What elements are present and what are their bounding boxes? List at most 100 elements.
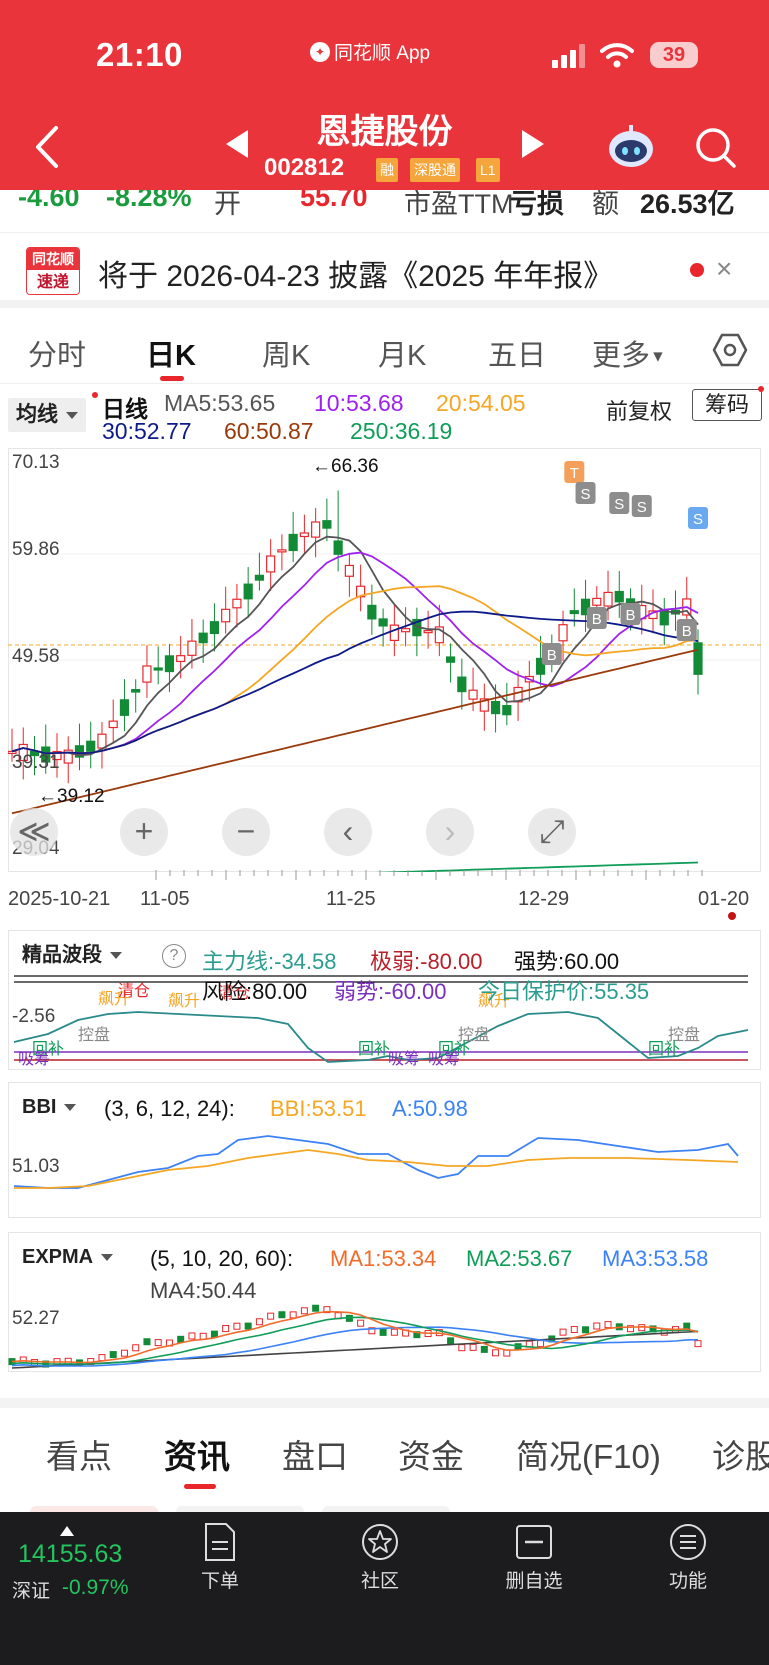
next-stock-button[interactable]: [522, 130, 544, 158]
expma-chart: [8, 1304, 702, 1369]
indicator-select[interactable]: 均线: [8, 398, 86, 432]
expma-candle: [278, 1311, 286, 1319]
nav-functions[interactable]: 功能: [648, 1522, 728, 1593]
wifi-icon: [600, 43, 634, 68]
candle-body: [198, 632, 208, 644]
amount-value: 26.53亿: [640, 190, 735, 219]
signal-icon: [552, 44, 585, 68]
ruoshi-value: 弱势:-60.00: [334, 979, 447, 1004]
ma20-value: 20:54.05: [436, 390, 526, 416]
index-value[interactable]: 14155.63: [18, 1540, 122, 1569]
bbi-params: (3, 6, 12, 24):: [104, 1096, 235, 1121]
candle-body: [164, 655, 175, 673]
kline-chart[interactable]: TSS SSBB BB ←66.36 ←39.12: [8, 448, 761, 872]
candle-body: [266, 555, 276, 573]
expma-select[interactable]: EXPMA: [14, 1240, 122, 1274]
candle-body: [389, 624, 399, 642]
adjust-mode-button[interactable]: 前复权: [606, 394, 672, 426]
fullscreen-button[interactable]: ⤢: [528, 808, 576, 856]
prev-stock-button[interactable]: [226, 130, 248, 158]
amount-label: 额: [592, 190, 619, 219]
bodong-select[interactable]: 精品波段: [14, 938, 130, 972]
dropdown-arrow-icon: [101, 1254, 114, 1262]
zoom-in-button[interactable]: +: [120, 808, 168, 856]
expma-candle: [300, 1307, 308, 1315]
active-tab-indicator: [184, 1484, 216, 1489]
grid: [8, 553, 761, 767]
expma-candle: [458, 1344, 466, 1352]
x-label-3: 11-25: [326, 888, 376, 910]
bbi-select[interactable]: BBI: [14, 1090, 85, 1124]
help-icon[interactable]: ?: [162, 944, 186, 968]
banner-close-button[interactable]: ×: [716, 253, 732, 285]
candle-body: [367, 604, 377, 620]
x-label-4: 12-29: [518, 888, 570, 910]
scroll-right-button[interactable]: ›: [426, 808, 474, 856]
tab-weekly-k[interactable]: 周K: [262, 332, 310, 374]
tab-profile[interactable]: 简况(F10): [516, 1430, 661, 1478]
zoom-out-button[interactable]: −: [222, 808, 270, 856]
signal-s-latest-label: S: [693, 511, 703, 528]
expma-candle: [503, 1349, 511, 1357]
settings-hexagon-icon[interactable]: [712, 332, 748, 368]
tab-five-day[interactable]: 五日: [488, 332, 546, 374]
tab-more-label: 更多: [592, 340, 651, 372]
status-time: 21:10: [96, 36, 183, 73]
expma-ma2: MA2:53.67: [466, 1246, 573, 1271]
nav-order[interactable]: 下单: [180, 1522, 260, 1593]
nav-remove-watchlist[interactable]: 删自选: [494, 1522, 574, 1593]
tab-more[interactable]: 更多▼: [592, 332, 666, 374]
bodong-annotation: 吸筹: [18, 1050, 50, 1068]
y-label-4: 39.31: [12, 752, 60, 773]
battery-icon: 39: [650, 42, 698, 68]
candle-body: [311, 521, 321, 538]
bbi-chart: [13, 1135, 739, 1189]
tab-intraday[interactable]: 分时: [28, 332, 86, 374]
bbi-value: BBI:53.51: [270, 1096, 367, 1121]
chip-distribution-button[interactable]: 筹码: [692, 389, 762, 421]
candle-body: [401, 628, 411, 633]
y-label-1: 70.13: [12, 452, 60, 473]
fengxian-value: 风险:80.00: [202, 979, 308, 1004]
expma-candle: [537, 1340, 545, 1348]
tab-monthly-k[interactable]: 月K: [378, 332, 426, 374]
tab-capital[interactable]: 资金: [398, 1430, 464, 1478]
signal-b-label: B: [626, 607, 636, 624]
ma5-value: MA5:53.65: [164, 390, 276, 416]
expand-index-icon[interactable]: [60, 1526, 74, 1536]
candle-body: [490, 700, 501, 715]
rewind-button[interactable]: ≪: [10, 808, 58, 856]
signal-t-label: T: [570, 465, 579, 482]
candle-body: [288, 533, 298, 552]
margin-tag: 融: [376, 158, 398, 182]
news-banner[interactable]: 同花顺 速递 将于 2026-04-23 披露《2025 年年报》 ×: [0, 232, 769, 308]
bodong-annotation: 清仓: [118, 982, 150, 1000]
price-change: -4.60: [18, 190, 80, 212]
high-price-marker: ←66.36: [312, 456, 379, 477]
candle-body: [97, 733, 107, 749]
x-label-start: 2025-10-21: [8, 888, 111, 910]
candle-body: [445, 656, 456, 663]
candle-body: [558, 624, 568, 642]
tab-news[interactable]: 资讯: [164, 1430, 230, 1478]
pe-label: 市盈TTM: [404, 190, 514, 219]
tab-highlights[interactable]: 看点: [46, 1430, 112, 1478]
tab-daily-k[interactable]: 日K: [146, 332, 196, 374]
period-tabs: 分时 日K 周K 月K 五日 更多▼: [0, 314, 769, 384]
search-button[interactable]: [694, 126, 738, 170]
tab-order-book[interactable]: 盘口: [282, 1430, 348, 1478]
bodong-annotation: 回补: [358, 1040, 390, 1058]
candle-body: [221, 608, 231, 623]
expma-candle: [570, 1326, 578, 1334]
candle-body: [187, 640, 197, 656]
candle-body: [423, 630, 433, 634]
candle-body: [502, 705, 512, 716]
tab-diagnosis[interactable]: 诊股: [712, 1430, 769, 1478]
robot-assistant-icon[interactable]: [606, 124, 656, 170]
remove-watchlist-icon: [516, 1525, 552, 1559]
community-star-icon: [362, 1524, 398, 1560]
nav-community[interactable]: 社区: [340, 1522, 420, 1593]
expma-candle: [120, 1349, 128, 1357]
scroll-left-button[interactable]: ‹: [324, 808, 372, 856]
protect-price-value: 今日保护价:55.35: [478, 979, 650, 1004]
